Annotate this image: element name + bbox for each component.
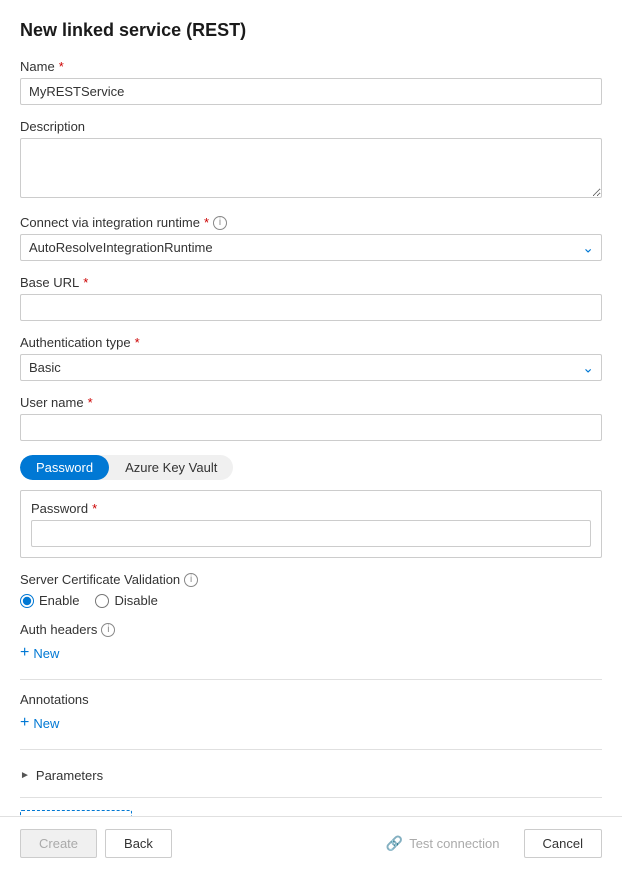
password-input[interactable] [31,520,591,547]
disable-radio-label[interactable]: Disable [95,593,157,608]
password-box: Password * [20,490,602,558]
auth-headers-label: Auth headers i [20,622,602,637]
name-field-group: Name * [20,59,602,105]
back-button[interactable]: Back [105,829,172,858]
parameters-chevron-icon: ► [20,770,30,781]
runtime-label: Connect via integration runtime * i [20,215,602,230]
password-section: Password Azure Key Vault Password * [20,455,602,558]
add-annotation-button[interactable]: + New [20,711,59,735]
create-button[interactable]: Create [20,829,97,858]
auth-select-wrapper: Anonymous Basic ClientCertificate Manage… [20,354,602,381]
description-field-group: Description [20,119,602,201]
cert-info-icon[interactable]: i [184,573,198,587]
baseurl-input[interactable] [20,294,602,321]
runtime-select-wrapper: AutoResolveIntegrationRuntime ⌄ [20,234,602,261]
cancel-button[interactable]: Cancel [524,829,602,858]
annotations-label: Annotations [20,692,602,707]
name-required: * [59,59,64,74]
baseurl-label: Base URL * [20,275,602,290]
enable-radio[interactable] [20,594,34,608]
cert-label: Server Certificate Validation i [20,572,602,587]
annotations-section: Annotations + New [20,692,602,735]
baseurl-required: * [83,275,88,290]
password-required: * [92,501,97,516]
divider-1 [20,679,602,680]
username-required: * [88,395,93,410]
auth-label: Authentication type * [20,335,602,350]
description-label: Description [20,119,602,134]
runtime-select[interactable]: AutoResolveIntegrationRuntime [20,234,602,261]
username-input[interactable] [20,414,602,441]
divider-2 [20,749,602,750]
add-auth-header-button[interactable]: + New [20,641,59,665]
disable-radio[interactable] [95,594,109,608]
password-toggle-group: Password Azure Key Vault [20,455,233,480]
enable-radio-label[interactable]: Enable [20,593,79,608]
test-connection-button: 🔗 Test connection [370,829,516,858]
parameters-label: Parameters [36,768,103,783]
cert-radio-group: Enable Disable [20,593,602,608]
auth-headers-info-icon[interactable]: i [101,623,115,637]
description-input[interactable] [20,138,602,198]
name-input[interactable] [20,78,602,105]
cert-field-group: Server Certificate Validation i Enable D… [20,572,602,608]
page-title: New linked service (REST) [20,20,602,41]
baseurl-field-group: Base URL * [20,275,602,321]
auth-select[interactable]: Anonymous Basic ClientCertificate Manage… [20,354,602,381]
vault-tab-button[interactable]: Azure Key Vault [109,455,233,480]
runtime-required: * [204,215,209,230]
divider-3 [20,797,602,798]
footer-bar: Create Back 🔗 Test connection Cancel [0,816,622,870]
name-label: Name * [20,59,602,74]
runtime-info-icon[interactable]: i [213,216,227,230]
auth-headers-section: Auth headers i + New [20,622,602,665]
test-icon: 🔗 [386,835,403,852]
runtime-field-group: Connect via integration runtime * i Auto… [20,215,602,261]
parameters-section[interactable]: ► Parameters [20,762,602,789]
password-tab-button[interactable]: Password [20,455,109,480]
username-label: User name * [20,395,602,410]
username-field-group: User name * [20,395,602,441]
auth-field-group: Authentication type * Anonymous Basic Cl… [20,335,602,381]
plus-icon: + [20,645,29,661]
password-label: Password * [31,501,591,516]
auth-required: * [135,335,140,350]
plus-icon-2: + [20,715,29,731]
